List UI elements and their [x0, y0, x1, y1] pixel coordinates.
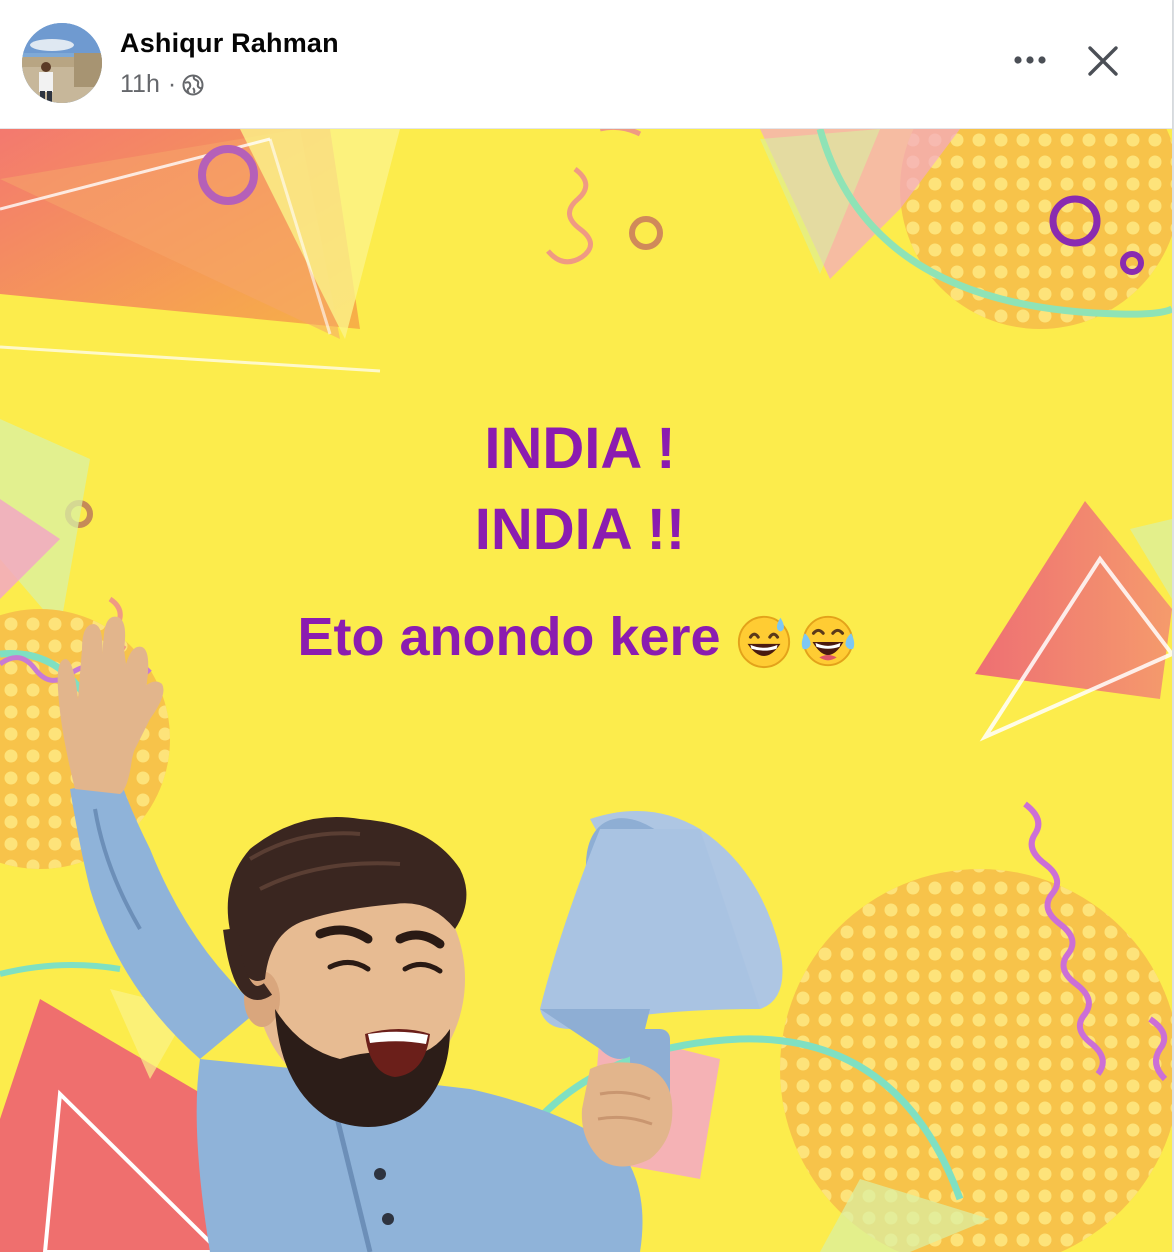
more-options-button[interactable]: [1006, 42, 1054, 78]
more-options-icon: [1014, 56, 1046, 64]
post-background-image: INDIA ! INDIA !! Eto anondo kere: [0, 129, 1172, 1252]
close-button[interactable]: [1078, 36, 1128, 86]
post-header: Ashiqur Rahman 11h ·: [0, 0, 1172, 129]
post-timestamp[interactable]: 11h: [120, 70, 160, 99]
meta-separator: ·: [167, 70, 177, 98]
author-avatar[interactable]: [22, 23, 102, 103]
close-icon: [1088, 46, 1118, 76]
avatar-photo: [22, 23, 102, 103]
post-meta: 11h ·: [120, 70, 204, 99]
author-name[interactable]: Ashiqur Rahman: [120, 28, 339, 59]
globe-icon[interactable]: [182, 74, 204, 96]
avatar-character-with-megaphone: [57, 616, 783, 1252]
post-viewer: Ashiqur Rahman 11h · INDIA ! INDIA !! Et…: [0, 0, 1174, 1252]
